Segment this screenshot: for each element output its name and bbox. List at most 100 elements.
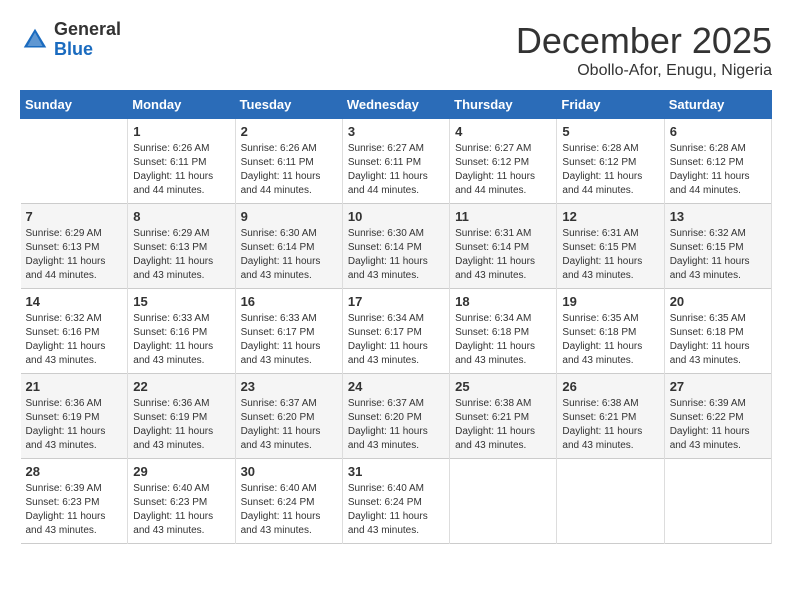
day-number: 24 [348, 379, 444, 394]
day-cell: 17 Sunrise: 6:34 AMSunset: 6:17 PMDayligh… [342, 289, 449, 374]
day-info: Sunrise: 6:32 AMSunset: 6:16 PMDaylight:… [26, 312, 123, 368]
day-cell: 20 Sunrise: 6:35 AMSunset: 6:18 PMDayligh… [664, 289, 771, 374]
day-info: Sunrise: 6:35 AMSunset: 6:18 PMDaylight:… [670, 312, 766, 368]
header-cell-wednesday: Wednesday [342, 91, 449, 119]
day-cell: 12 Sunrise: 6:31 AMSunset: 6:15 PMDayligh… [557, 204, 664, 289]
day-cell: 26 Sunrise: 6:38 AMSunset: 6:21 PMDayligh… [557, 374, 664, 459]
day-number: 3 [348, 124, 444, 139]
week-row-3: 14 Sunrise: 6:32 AMSunset: 6:16 PMDayligh… [21, 289, 772, 374]
header-cell-thursday: Thursday [450, 91, 557, 119]
day-info: Sunrise: 6:28 AMSunset: 6:12 PMDaylight:… [562, 142, 658, 198]
day-number: 14 [26, 294, 123, 309]
day-info: Sunrise: 6:35 AMSunset: 6:18 PMDaylight:… [562, 312, 658, 368]
day-info: Sunrise: 6:26 AMSunset: 6:11 PMDaylight:… [133, 142, 229, 198]
week-row-1: 1Sunrise: 6:26 AMSunset: 6:11 PMDaylight… [21, 119, 772, 204]
day-cell: 31 Sunrise: 6:40 AMSunset: 6:24 PMDayligh… [342, 459, 449, 544]
day-info: Sunrise: 6:33 AMSunset: 6:17 PMDaylight:… [241, 312, 337, 368]
day-cell: 25Sunrise: 6:38 AMSunset: 6:21 PMDayligh… [450, 374, 557, 459]
day-info: Sunrise: 6:38 AMSunset: 6:21 PMDaylight:… [562, 397, 658, 453]
day-cell [21, 119, 128, 204]
day-cell: 27Sunrise: 6:39 AMSunset: 6:22 PMDayligh… [664, 374, 771, 459]
day-info: Sunrise: 6:27 AMSunset: 6:11 PMDaylight:… [348, 142, 444, 198]
day-info: Sunrise: 6:40 AMSunset: 6:24 PMDaylight:… [348, 482, 444, 538]
day-cell: 13Sunrise: 6:32 AMSunset: 6:15 PMDayligh… [664, 204, 771, 289]
day-cell: 14 Sunrise: 6:32 AMSunset: 6:16 PMDayligh… [21, 289, 128, 374]
day-cell: 30 Sunrise: 6:40 AMSunset: 6:24 PMDayligh… [235, 459, 342, 544]
day-info: Sunrise: 6:34 AMSunset: 6:17 PMDaylight:… [348, 312, 444, 368]
day-number: 9 [241, 209, 337, 224]
day-cell: 4 Sunrise: 6:27 AMSunset: 6:12 PMDaylight… [450, 119, 557, 204]
day-cell [557, 459, 664, 544]
day-number: 21 [26, 379, 123, 394]
day-info: Sunrise: 6:39 AMSunset: 6:23 PMDaylight:… [26, 482, 123, 538]
day-cell: 10Sunrise: 6:30 AMSunset: 6:14 PMDayligh… [342, 204, 449, 289]
day-cell: 16 Sunrise: 6:33 AMSunset: 6:17 PMDayligh… [235, 289, 342, 374]
month-title: December 2025 [516, 20, 772, 62]
day-cell: 23 Sunrise: 6:37 AMSunset: 6:20 PMDayligh… [235, 374, 342, 459]
day-cell: 29 Sunrise: 6:40 AMSunset: 6:23 PMDayligh… [128, 459, 235, 544]
day-cell: 11 Sunrise: 6:31 AMSunset: 6:14 PMDayligh… [450, 204, 557, 289]
title-block: December 2025 Obollo-Afor, Enugu, Nigeri… [516, 20, 772, 80]
day-number: 5 [562, 124, 658, 139]
day-cell: 19 Sunrise: 6:35 AMSunset: 6:18 PMDayligh… [557, 289, 664, 374]
day-number: 15 [133, 294, 229, 309]
day-number: 4 [455, 124, 551, 139]
day-number: 16 [241, 294, 337, 309]
week-row-2: 7 Sunrise: 6:29 AMSunset: 6:13 PMDaylight… [21, 204, 772, 289]
day-number: 28 [26, 464, 123, 479]
day-number: 7 [26, 209, 123, 224]
day-number: 8 [133, 209, 229, 224]
day-cell: 18 Sunrise: 6:34 AMSunset: 6:18 PMDayligh… [450, 289, 557, 374]
day-cell: 24 Sunrise: 6:37 AMSunset: 6:20 PMDayligh… [342, 374, 449, 459]
calendar-table: SundayMondayTuesdayWednesdayThursdayFrid… [20, 90, 772, 544]
day-number: 18 [455, 294, 551, 309]
day-cell: 5 Sunrise: 6:28 AMSunset: 6:12 PMDaylight… [557, 119, 664, 204]
day-number: 20 [670, 294, 766, 309]
logo-text: General Blue [54, 20, 121, 60]
day-cell: 9Sunrise: 6:30 AMSunset: 6:14 PMDaylight… [235, 204, 342, 289]
logo-general: General [54, 20, 121, 40]
day-info: Sunrise: 6:31 AMSunset: 6:14 PMDaylight:… [455, 227, 551, 283]
day-cell [450, 459, 557, 544]
day-number: 2 [241, 124, 337, 139]
day-number: 26 [562, 379, 658, 394]
week-row-5: 28 Sunrise: 6:39 AMSunset: 6:23 PMDayligh… [21, 459, 772, 544]
day-cell: 22Sunrise: 6:36 AMSunset: 6:19 PMDayligh… [128, 374, 235, 459]
logo-blue: Blue [54, 40, 121, 60]
day-info: Sunrise: 6:40 AMSunset: 6:24 PMDaylight:… [241, 482, 337, 538]
week-row-4: 21Sunrise: 6:36 AMSunset: 6:19 PMDayligh… [21, 374, 772, 459]
header-cell-saturday: Saturday [664, 91, 771, 119]
day-info: Sunrise: 6:29 AMSunset: 6:13 PMDaylight:… [133, 227, 229, 283]
day-info: Sunrise: 6:40 AMSunset: 6:23 PMDaylight:… [133, 482, 229, 538]
day-cell [664, 459, 771, 544]
day-info: Sunrise: 6:27 AMSunset: 6:12 PMDaylight:… [455, 142, 551, 198]
header-cell-sunday: Sunday [21, 91, 128, 119]
day-number: 29 [133, 464, 229, 479]
day-cell: 21Sunrise: 6:36 AMSunset: 6:19 PMDayligh… [21, 374, 128, 459]
day-info: Sunrise: 6:29 AMSunset: 6:13 PMDaylight:… [26, 227, 123, 283]
header-cell-monday: Monday [128, 91, 235, 119]
day-cell: 7 Sunrise: 6:29 AMSunset: 6:13 PMDaylight… [21, 204, 128, 289]
day-number: 19 [562, 294, 658, 309]
day-cell: 6Sunrise: 6:28 AMSunset: 6:12 PMDaylight… [664, 119, 771, 204]
day-info: Sunrise: 6:37 AMSunset: 6:20 PMDaylight:… [348, 397, 444, 453]
day-number: 30 [241, 464, 337, 479]
logo-icon [20, 25, 50, 55]
day-info: Sunrise: 6:33 AMSunset: 6:16 PMDaylight:… [133, 312, 229, 368]
day-info: Sunrise: 6:30 AMSunset: 6:14 PMDaylight:… [348, 227, 444, 283]
day-number: 11 [455, 209, 551, 224]
logo: General Blue [20, 20, 121, 60]
day-number: 17 [348, 294, 444, 309]
day-number: 23 [241, 379, 337, 394]
day-number: 31 [348, 464, 444, 479]
day-info: Sunrise: 6:37 AMSunset: 6:20 PMDaylight:… [241, 397, 337, 453]
day-cell: 8 Sunrise: 6:29 AMSunset: 6:13 PMDaylight… [128, 204, 235, 289]
day-cell: 15 Sunrise: 6:33 AMSunset: 6:16 PMDayligh… [128, 289, 235, 374]
day-info: Sunrise: 6:31 AMSunset: 6:15 PMDaylight:… [562, 227, 658, 283]
day-info: Sunrise: 6:32 AMSunset: 6:15 PMDaylight:… [670, 227, 766, 283]
day-number: 27 [670, 379, 766, 394]
header-cell-friday: Friday [557, 91, 664, 119]
day-info: Sunrise: 6:34 AMSunset: 6:18 PMDaylight:… [455, 312, 551, 368]
day-number: 12 [562, 209, 658, 224]
page-header: General Blue December 2025 Obollo-Afor, … [20, 20, 772, 80]
